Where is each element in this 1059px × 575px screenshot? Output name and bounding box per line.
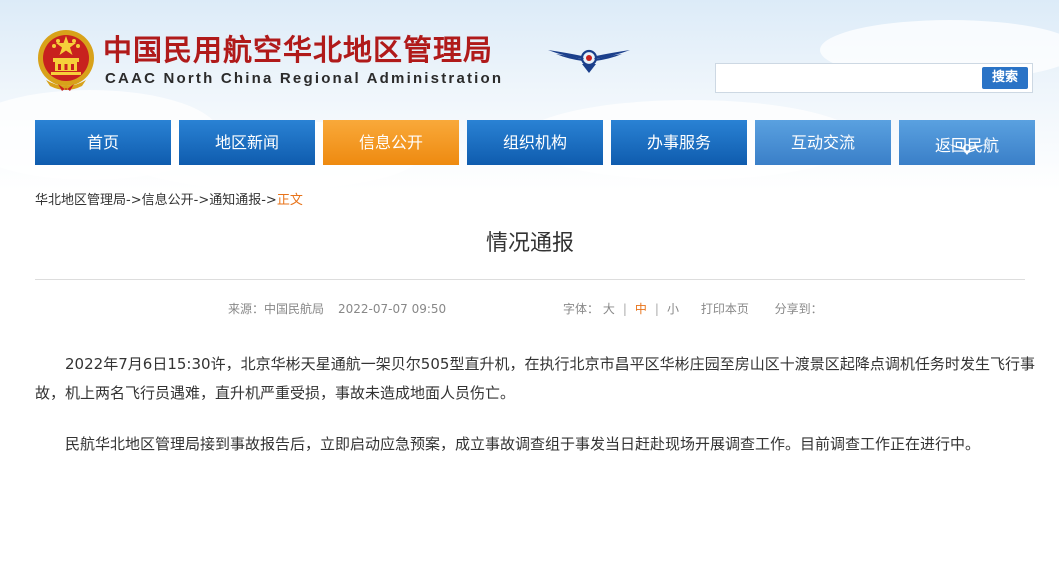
print-button[interactable]: 打印本页 (701, 302, 749, 316)
nav-item-label: 返回民航 (934, 136, 999, 155)
breadcrumb-link-info-disclosure[interactable]: 信息公开 (142, 193, 194, 208)
breadcrumb-separator: -> (126, 193, 142, 208)
nav-item-organization[interactable]: 组织机构 (467, 120, 603, 165)
breadcrumb-link-notices[interactable]: 通知通报 (209, 193, 261, 208)
article-meta-source: 来源：中国民航局 2022-07-07 09:50 (228, 301, 446, 317)
divider: | (654, 302, 659, 316)
breadcrumb-link-regional-admin[interactable]: 华北地区管理局 (35, 193, 126, 208)
nav-item-label: 首页 (86, 133, 119, 152)
breadcrumb: 华北地区管理局->信息公开->通知通报->正文 (35, 192, 303, 210)
divider: | (622, 302, 627, 316)
article-date: 2022-07-07 09:50 (338, 302, 447, 316)
main-nav: 首页 地区新闻 信息公开 组织机构 办事服务 互动交流 返回民航 (35, 120, 1035, 165)
share-label: 分享到： (774, 302, 823, 316)
search-box: 搜索 (715, 63, 1033, 93)
nav-item-label: 办事服务 (646, 133, 711, 152)
site-title-en: CAAC North China Regional Administration (105, 70, 504, 87)
article-tools: 字体： 大 | 中 | 小 打印本页 分享到： (563, 301, 823, 317)
nav-item-services[interactable]: 办事服务 (611, 120, 747, 165)
nav-item-label: 地区新闻 (214, 133, 279, 152)
font-size-medium-button[interactable]: 中 (635, 302, 647, 316)
national-emblem-icon (36, 28, 96, 92)
breadcrumb-current: 正文 (276, 193, 303, 208)
nav-item-label: 组织机构 (502, 133, 567, 152)
nav-item-return-caac[interactable]: 返回民航 (899, 120, 1035, 165)
nav-item-label: 互动交流 (790, 133, 855, 152)
nav-item-label: 信息公开 (358, 133, 423, 152)
search-input[interactable] (716, 64, 978, 92)
breadcrumb-separator: -> (193, 193, 210, 208)
search-button[interactable]: 搜索 (982, 67, 1028, 89)
article-source: 来源：中国民航局 (228, 302, 325, 316)
article-paragraph: 民航华北地区管理局接到事故报告后，立即启动应急预案，成立事故调查组于事发当日赶赴… (65, 435, 981, 453)
article-title: 情况通报 (485, 231, 574, 256)
nav-item-regional-news[interactable]: 地区新闻 (179, 120, 315, 165)
site-title-cn: 中国民用航空华北地区管理局 (103, 33, 494, 67)
font-size-label: 字体： (563, 302, 600, 316)
title-divider (35, 279, 1025, 280)
breadcrumb-separator: -> (261, 193, 277, 208)
caac-wings-logo-icon (546, 44, 632, 74)
article-body: 2022年7月6日15:30许，北京华彬天星通航一架贝尔505型直升机，在执行北… (35, 350, 1035, 481)
font-size-large-button[interactable]: 大 (603, 302, 615, 316)
nav-item-home[interactable]: 首页 (35, 120, 171, 165)
article-paragraph: 2022年7月6日15:30许，北京华彬天星通航一架贝尔505型直升机，在执行北… (35, 355, 1035, 402)
nav-item-info-disclosure[interactable]: 信息公开 (323, 120, 459, 165)
nav-item-interaction[interactable]: 互动交流 (755, 120, 891, 165)
font-size-small-button[interactable]: 小 (667, 302, 679, 316)
